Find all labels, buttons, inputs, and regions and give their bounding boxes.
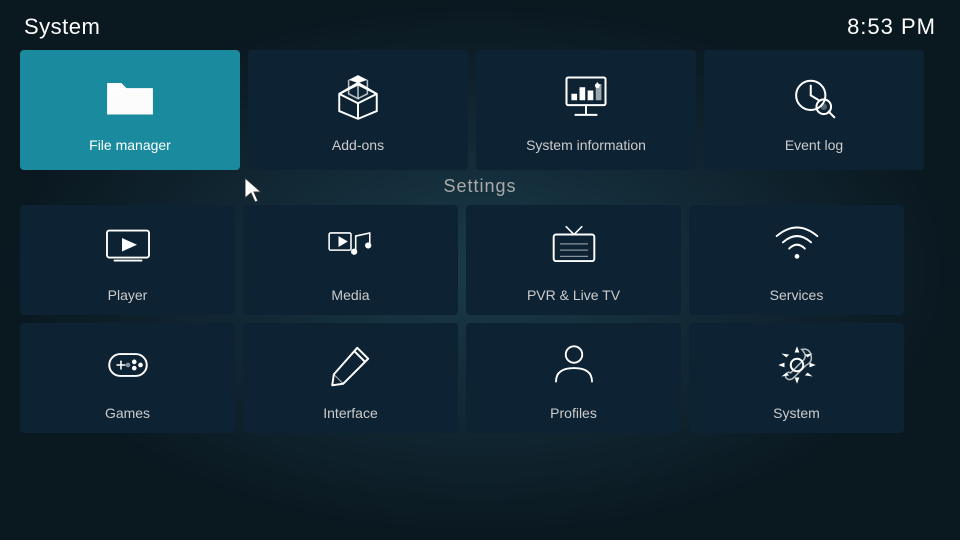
tile-games[interactable]: Games [20,323,235,433]
settings-header: Settings [0,176,960,197]
system-label: System [773,405,820,421]
tile-services[interactable]: Services [689,205,904,315]
event-log-label: Event log [785,137,843,153]
games-label: Games [105,405,150,421]
profiles-label: Profiles [550,405,597,421]
tile-add-ons[interactable]: Add-ons [248,50,468,170]
tile-media[interactable]: Media [243,205,458,315]
settings-grid: Player Media [0,205,960,433]
tile-interface[interactable]: Interface [243,323,458,433]
system-information-icon [556,67,616,127]
tile-file-manager[interactable]: File manager [20,50,240,170]
clock: 8:53 PM [847,14,936,40]
header: System 8:53 PM [0,0,960,50]
interface-icon [321,335,381,395]
event-log-icon [784,67,844,127]
settings-row-2: Games Interface [20,323,940,433]
system-information-label: System information [526,137,646,153]
top-tiles-row: File manager Add-ons [0,50,960,170]
page-title: System [24,14,100,40]
pvr-live-tv-icon [544,217,604,277]
player-icon [98,217,158,277]
services-label: Services [770,287,824,303]
player-label: Player [108,287,148,303]
system-icon [767,335,827,395]
tile-player[interactable]: Player [20,205,235,315]
add-ons-icon [328,67,388,127]
interface-label: Interface [323,405,377,421]
tile-system-information[interactable]: System information [476,50,696,170]
add-ons-label: Add-ons [332,137,384,153]
media-icon [321,217,381,277]
pvr-live-tv-label: PVR & Live TV [527,287,620,303]
profiles-icon [544,335,604,395]
tile-event-log[interactable]: Event log [704,50,924,170]
services-icon [767,217,827,277]
media-label: Media [331,287,369,303]
games-icon [98,335,158,395]
tile-profiles[interactable]: Profiles [466,323,681,433]
file-manager-icon [100,67,160,127]
tile-pvr-live-tv[interactable]: PVR & Live TV [466,205,681,315]
file-manager-label: File manager [89,137,171,153]
tile-system[interactable]: System [689,323,904,433]
settings-row-1: Player Media [20,205,940,315]
